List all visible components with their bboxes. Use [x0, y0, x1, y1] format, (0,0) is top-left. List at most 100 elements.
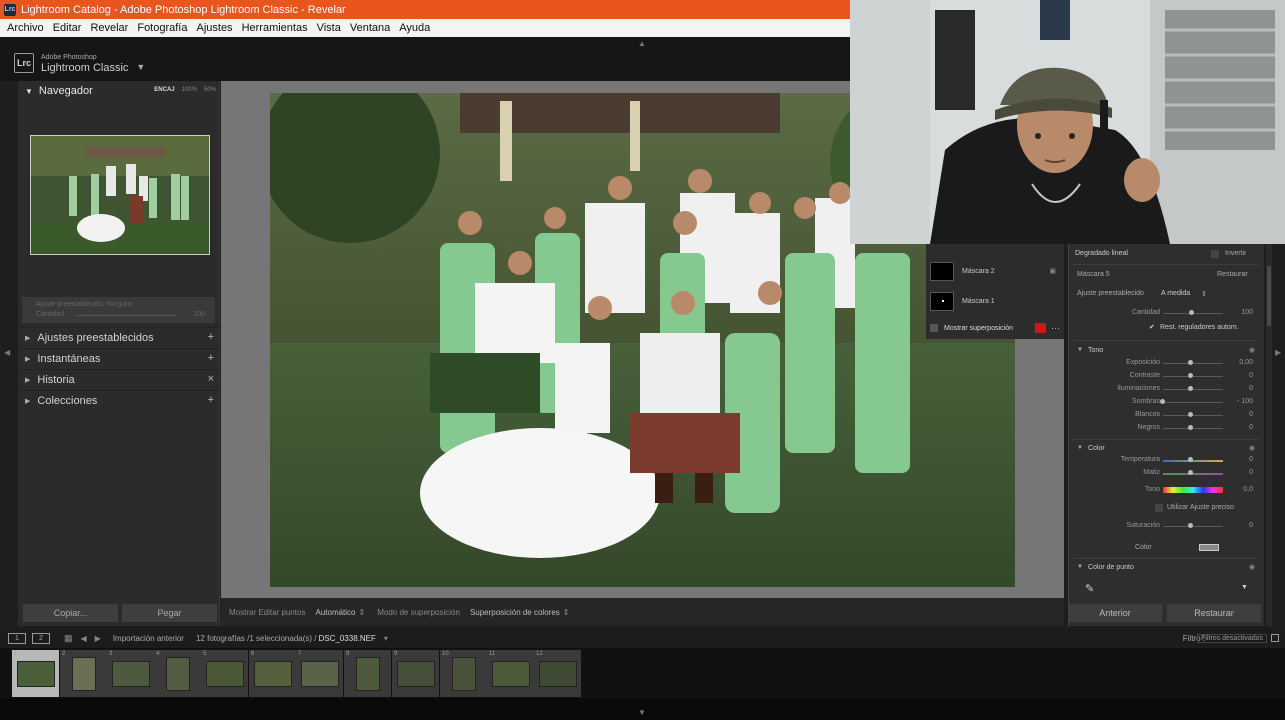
preset-select[interactable]: A medida — [1161, 290, 1190, 297]
slider-blacks[interactable]: Negros 0 — [1069, 422, 1265, 434]
thumbnail[interactable]: 7 — [296, 650, 343, 697]
brand-dropdown-icon[interactable]: ▼ — [136, 62, 145, 72]
preset-amount-slider[interactable] — [76, 315, 176, 316]
forward-arrow-icon[interactable]: ▶ — [95, 634, 101, 643]
color-swatch[interactable] — [1199, 544, 1219, 551]
zoom-fit[interactable]: ENCAJ — [154, 87, 174, 93]
add-snapshot-icon[interactable]: + — [208, 352, 214, 364]
paste-button[interactable]: Pegar — [122, 604, 217, 622]
panel-history[interactable]: ▶ Historia × — [18, 369, 220, 390]
reset-mask-link[interactable]: Restaurar — [1217, 271, 1248, 278]
eyedropper-icon[interactable]: ✎ — [1085, 582, 1094, 595]
show-edit-points-select[interactable]: Automático — [315, 608, 355, 617]
slider-saturation[interactable]: Saturación 0 — [1069, 520, 1265, 532]
tone-section-header[interactable]: ▼ Tono ◉ — [1069, 344, 1265, 356]
previous-button[interactable]: Anterior — [1068, 604, 1162, 622]
slider-hue[interactable]: Tono 0,0 — [1069, 484, 1265, 496]
slider-value: 0 — [1249, 424, 1253, 431]
point-color-dropdown-icon[interactable]: ▼ — [1241, 584, 1248, 591]
reset-button[interactable]: Restaurar — [1167, 604, 1261, 622]
slider-exposure[interactable]: Exposición 0,00 — [1069, 357, 1265, 369]
thumbnail[interactable]: 12 — [534, 650, 581, 697]
back-arrow-icon[interactable]: ◀ — [81, 634, 87, 643]
menu-fotografia[interactable]: Fotografía — [137, 22, 187, 34]
filmstrip-toolbar: 1 2 ▦ ◀ ▶ Importación anterior 12 fotogr… — [0, 628, 1285, 648]
filter-select[interactable]: Filtros desactivados — [1197, 633, 1267, 643]
mask-item-2[interactable]: Máscara 2 ▣ — [926, 258, 1064, 284]
more-options-icon[interactable]: ⋯ — [1051, 323, 1060, 334]
slider-contrast[interactable]: Contraste 0 — [1069, 370, 1265, 382]
thumbnail[interactable]: 5 — [201, 650, 248, 697]
slider-label: Iluminaciones — [1117, 385, 1160, 392]
mask-item-1[interactable]: Máscara 1 — [926, 288, 1064, 314]
thumbnail[interactable]: 8 — [344, 650, 391, 697]
slider-whites[interactable]: Blancos 0 — [1069, 409, 1265, 421]
view-mode-2-button[interactable]: 2 — [32, 632, 50, 644]
zoom-100[interactable]: 100% — [182, 87, 197, 93]
thumbnail[interactable]: 10 — [440, 650, 487, 697]
menu-editar[interactable]: Editar — [53, 22, 82, 34]
checkmark-icon[interactable]: ✔ — [1149, 323, 1155, 331]
panel-snapshots[interactable]: ▶ Instantáneas + — [18, 348, 220, 369]
view-mode-1-button[interactable]: 1 — [8, 632, 26, 644]
slider-value: 0 — [1249, 385, 1253, 392]
color-label: Color — [1135, 544, 1152, 551]
slider-temperature[interactable]: Temperatura 0 — [1069, 454, 1265, 466]
show-overlay-checkbox[interactable] — [930, 324, 938, 332]
mask-name: Máscara 5 — [1077, 271, 1110, 278]
grid-view-icon[interactable]: ▦ — [64, 633, 73, 644]
thumbnail[interactable]: 4 — [154, 650, 201, 697]
eye-icon[interactable]: ◉ — [1249, 346, 1255, 354]
thumbnail[interactable]: 9 — [392, 650, 439, 697]
right-panel-scrollbar[interactable] — [1266, 244, 1272, 626]
mask-type-label: Degradado lineal — [1075, 250, 1128, 257]
collapse-left-icon[interactable]: ◀ — [4, 348, 10, 357]
mask-amount-slider[interactable]: Cantidad 100 — [1069, 307, 1265, 319]
collapse-right-icon[interactable]: ▶ — [1275, 348, 1281, 357]
panel-presets[interactable]: ▶ Ajustes preestablecidos + — [18, 327, 220, 348]
source-label[interactable]: Importación anterior — [113, 634, 184, 643]
eye-icon[interactable]: ◉ — [1249, 444, 1255, 452]
menu-herramientas[interactable]: Herramientas — [242, 22, 308, 34]
menu-vista[interactable]: Vista — [317, 22, 341, 34]
slider-shadows[interactable]: Sombras - 100 — [1069, 396, 1265, 408]
overlay-color-swatch[interactable] — [1035, 323, 1046, 333]
thumbnail[interactable]: 11 — [487, 650, 534, 697]
slider-highlights[interactable]: Iluminaciones 0 — [1069, 383, 1265, 395]
thumbnail[interactable]: 3 — [107, 650, 154, 697]
overlay-mode-select[interactable]: Superposición de colores — [470, 608, 560, 617]
filename[interactable]: DSC_0338.NEF — [319, 634, 376, 643]
invert-label: Invertir — [1225, 250, 1247, 257]
thumbnail[interactable]: 1 — [12, 650, 59, 697]
invert-checkbox[interactable] — [1211, 250, 1219, 258]
add-collection-icon[interactable]: + — [208, 394, 214, 406]
copy-button[interactable]: Copiar... — [23, 604, 118, 622]
expand-icon: ▶ — [25, 356, 31, 363]
filename-dropdown-icon[interactable]: ▾ — [384, 634, 388, 643]
zoom-50[interactable]: 50% — [204, 87, 216, 93]
fine-adjust-checkbox[interactable] — [1155, 504, 1163, 512]
menu-ayuda[interactable]: Ayuda — [399, 22, 430, 34]
panel-collections[interactable]: ▶ Colecciones + — [18, 390, 220, 411]
collapse-bottom-icon[interactable]: ▼ — [638, 708, 646, 717]
navigator-header[interactable]: ▼ Navegador ENCAJ 100% 50% — [18, 81, 220, 101]
add-preset-icon[interactable]: + — [208, 331, 214, 343]
eye-icon[interactable]: ◉ — [1249, 563, 1255, 571]
clear-history-icon[interactable]: × — [208, 373, 214, 385]
thumbnail[interactable]: 6 — [249, 650, 296, 697]
mask-options-icon[interactable]: ▣ — [1049, 267, 1056, 275]
filter-lock-icon[interactable] — [1271, 634, 1279, 642]
menu-ajustes[interactable]: Ajustes — [196, 22, 232, 34]
navigator-preview[interactable] — [30, 135, 210, 255]
menu-revelar[interactable]: Revelar — [90, 22, 128, 34]
navigator-collapse-icon[interactable]: ▼ — [25, 87, 33, 96]
menu-ventana[interactable]: Ventana — [350, 22, 390, 34]
slider-tint[interactable]: Matiz 0 — [1069, 467, 1265, 479]
color-section-header[interactable]: ▼ Color ◉ — [1069, 442, 1265, 454]
collapse-top-icon[interactable]: ▲ — [638, 39, 646, 48]
thumb-number: 7 — [298, 651, 302, 657]
point-color-section-header[interactable]: ▼ Color de punto ◉ — [1069, 561, 1265, 573]
thumbnail[interactable]: 2 — [60, 650, 107, 697]
menu-archivo[interactable]: Archivo — [7, 22, 44, 34]
expand-icon: ▶ — [25, 335, 31, 342]
